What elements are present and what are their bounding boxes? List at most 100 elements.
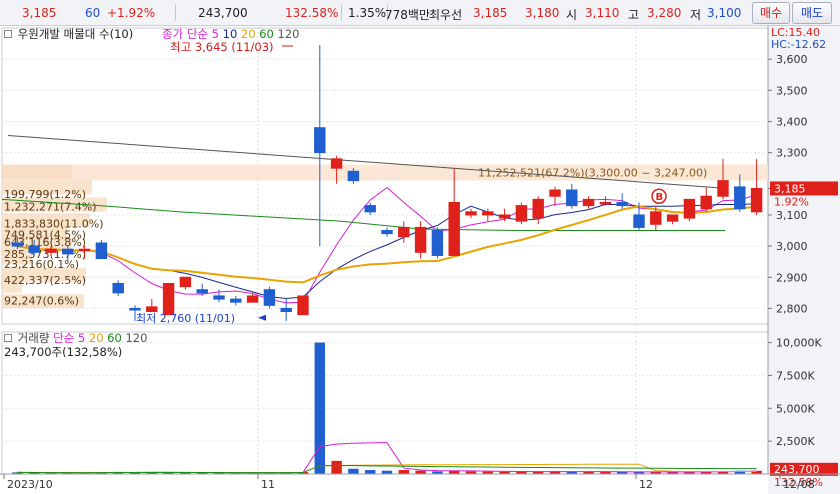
candle-body	[330, 158, 343, 169]
ma-120: 120	[277, 27, 300, 41]
candle-body	[482, 211, 494, 216]
x-tick-label: 11	[261, 478, 275, 491]
volume-ratio: 132.58%	[285, 6, 339, 20]
current-price-tag-label: 3,185	[774, 182, 806, 195]
best-bid: 3,180	[525, 6, 560, 20]
profile-label: 422,337(2.5%)	[4, 274, 86, 287]
candle-body	[431, 230, 444, 256]
panel-toggle-icon[interactable]	[4, 30, 12, 38]
low-price: 3,100	[707, 6, 742, 20]
low-annotation: 최저 2,760 (11/01)	[136, 312, 235, 325]
candle-body	[179, 276, 192, 288]
sell-button[interactable]: 매도	[792, 2, 832, 24]
quote-bar: 3,185 60 +1.92% 243,700 132.58% 1.35% 77…	[0, 0, 840, 26]
candle-body	[650, 211, 662, 225]
hc-value: HC:-12.62	[771, 38, 827, 51]
candle-body	[263, 289, 276, 306]
candle-body	[566, 189, 578, 207]
candle-body	[230, 298, 242, 303]
candle-body	[213, 295, 225, 300]
volume-profile-bar	[2, 164, 72, 179]
candle-body	[347, 170, 360, 182]
current-price: 3,185	[22, 6, 57, 20]
current-pct-tag-label: 1.92%	[774, 195, 809, 208]
candle-body	[683, 198, 696, 219]
panel-title: 우원개발 매물대 수(10)	[17, 27, 134, 41]
candle-body	[314, 127, 326, 154]
volume-bar	[364, 470, 376, 474]
volume-tick-label: 2,500K	[776, 435, 815, 448]
volume-panel-toggle-icon[interactable]	[4, 334, 12, 342]
candle-body	[734, 186, 746, 210]
candle-body	[599, 201, 612, 205]
candle-body	[633, 214, 645, 228]
open-label: 시	[566, 8, 578, 22]
candle-body	[666, 214, 679, 222]
candle-body	[246, 295, 259, 303]
buy-marker-label: B	[656, 192, 664, 203]
candle-body	[280, 307, 292, 313]
candle-body	[95, 242, 108, 260]
volume-bar	[314, 342, 326, 474]
vol-ma-60: 60	[107, 331, 122, 345]
candle-body	[616, 201, 628, 207]
price-tick-label: 3,300	[776, 147, 808, 160]
buy-button[interactable]: 매수	[752, 2, 790, 24]
candle-body	[717, 180, 729, 197]
price-tick-label: 3,400	[776, 115, 808, 128]
volume-value: 243,700	[198, 6, 248, 20]
x-tick-label: 12/08	[783, 478, 815, 491]
vol-ma-120: 120	[125, 331, 148, 345]
best-quote-label: 최우선	[429, 8, 463, 22]
best-ask: 3,185	[473, 6, 508, 20]
volume-bar	[331, 460, 342, 474]
x-tick-label: 2023/10	[7, 478, 53, 491]
stock-chart[interactable]: 3,600 3,500 3,400 3,300 3,100 3,000 2,900 2,800…	[0, 26, 840, 494]
volume-title: 거래량	[17, 331, 50, 345]
candle-body	[112, 282, 124, 294]
x-tick-label: 12	[639, 478, 653, 491]
candle-body	[498, 214, 511, 219]
volume-bar	[398, 470, 410, 474]
vol-ma-5: 5	[77, 331, 86, 345]
candle-body	[62, 248, 74, 255]
volume-tick-label: 10,000K	[776, 337, 822, 350]
price-tick-label: 3,100	[776, 209, 808, 222]
candle-body	[582, 198, 595, 207]
candle-body	[515, 205, 528, 222]
chart-area[interactable]: 3,600 3,500 3,400 3,300 3,100 3,000 2,900 2,800…	[0, 26, 840, 494]
candle-body	[750, 187, 763, 213]
candle-body	[398, 226, 410, 238]
price-tick-label: 2,800	[776, 302, 808, 315]
volume-bar	[348, 468, 359, 474]
candle-body	[414, 226, 427, 253]
candle-body	[532, 198, 544, 219]
high-label: 고	[628, 8, 640, 22]
vol-ma-20: 20	[88, 331, 104, 345]
candle-body	[78, 248, 91, 252]
price-panel-header: 우원개발 매물대 수(10)	[4, 26, 133, 42]
turnover-percent: 1.35%	[348, 6, 387, 20]
profile-label: 92,247(0.6%)	[4, 295, 79, 308]
candle-body	[448, 201, 460, 256]
change-percent: +1.92%	[107, 6, 156, 20]
price-change: 60	[85, 6, 101, 20]
volume-value-label: 243,700주(132,58%)	[4, 345, 123, 359]
price-tick-label: 3,000	[776, 240, 808, 253]
trade-amount: 778백만	[385, 8, 430, 22]
candle-body	[162, 282, 175, 316]
price-tick-label: 2,900	[776, 271, 808, 284]
candle-body	[45, 248, 57, 253]
high-annotation: 최고 3,645 (11/03)	[170, 40, 274, 54]
volume-tick-label: 5,000K	[776, 402, 815, 415]
candle-body	[465, 211, 477, 216]
low-label: 저	[690, 8, 702, 22]
candle-body	[129, 307, 141, 311]
candle-body	[196, 289, 208, 294]
volume-ma-label: 단순	[53, 331, 75, 345]
high-price: 3,280	[647, 6, 682, 20]
open-price: 3,110	[585, 6, 620, 20]
profile-label: 199,799(1.2%)	[4, 188, 86, 201]
price-tick-label: 3,600	[776, 53, 808, 66]
candle-body	[549, 189, 561, 197]
